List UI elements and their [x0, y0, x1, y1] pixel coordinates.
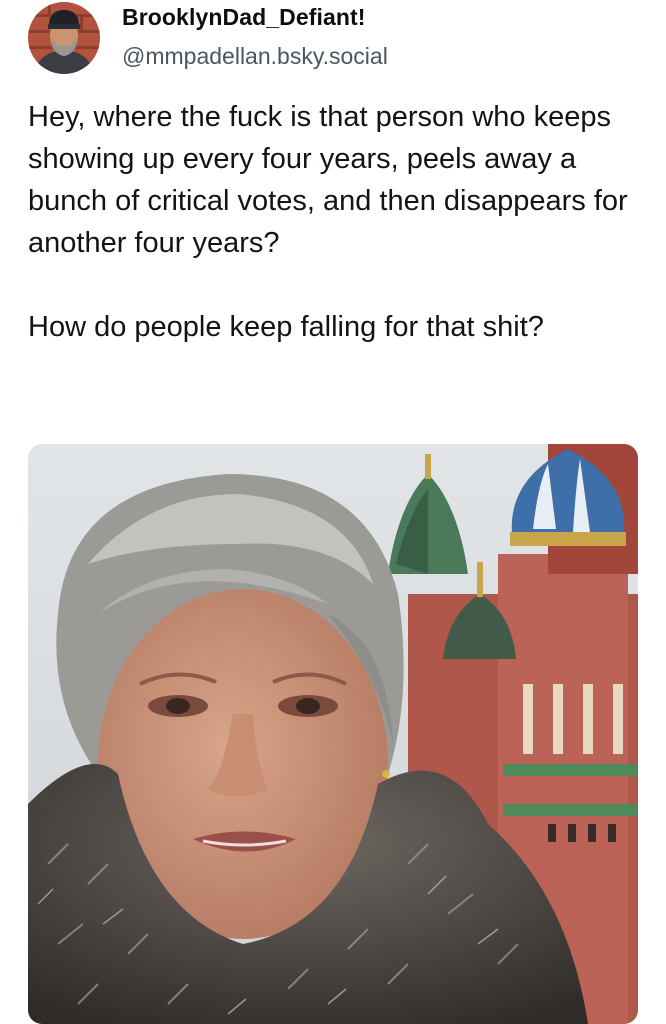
- author-handle[interactable]: @mmpadellan.bsky.social: [122, 43, 388, 70]
- post-paragraph-1: Hey, where the fuck is that person who k…: [28, 101, 628, 259]
- post-paragraph-2: How do people keep falling for that shit…: [28, 311, 544, 343]
- post-card: BrooklynDad_Defiant! @mmpadellan.bsky.so…: [0, 0, 666, 1024]
- post-image[interactable]: [28, 444, 638, 1024]
- post-photo: [28, 444, 638, 1024]
- author-display-name[interactable]: BrooklynDad_Defiant!: [122, 4, 366, 31]
- post-text: Hey, where the fuck is that person who k…: [28, 96, 648, 348]
- avatar-image: [28, 2, 100, 74]
- author-avatar[interactable]: [28, 2, 100, 74]
